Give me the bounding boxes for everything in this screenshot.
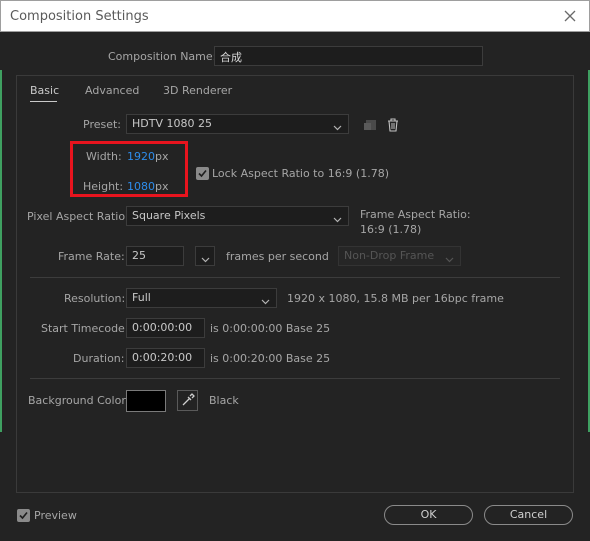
- frame-rate-unit: frames per second: [226, 250, 329, 263]
- resolution-value: Full: [132, 291, 151, 304]
- frame-aspect-label: Frame Aspect Ratio:: [360, 208, 471, 221]
- cancel-button[interactable]: Cancel: [484, 505, 573, 525]
- save-preset-icon[interactable]: [361, 116, 379, 134]
- resolution-info: 1920 x 1080, 15.8 MB per 16bpc frame: [287, 292, 504, 305]
- drop-frame-value: Non-Drop Frame: [344, 249, 435, 262]
- close-icon[interactable]: [560, 6, 580, 26]
- start-timecode-label: Start Timecode:: [41, 322, 129, 335]
- preview-label: Preview: [34, 509, 77, 522]
- pixel-aspect-dropdown[interactable]: Square Pixels: [126, 206, 349, 226]
- resolution-label: Resolution:: [64, 292, 126, 305]
- frame-aspect-value: 16:9 (1.78): [360, 223, 422, 236]
- preview-checkbox[interactable]: [17, 509, 30, 522]
- title-bar: Composition Settings: [0, 0, 590, 32]
- ok-button[interactable]: OK: [384, 505, 473, 525]
- chevron-down-icon: [261, 295, 270, 308]
- frame-rate-input[interactable]: 25: [126, 246, 184, 266]
- lock-aspect-label: Lock Aspect Ratio to 16:9 (1.78): [212, 167, 389, 180]
- pixel-aspect-value: Square Pixels: [132, 209, 206, 222]
- frame-rate-dropdown[interactable]: [195, 246, 215, 266]
- frame-rate-label: Frame Rate:: [58, 250, 125, 263]
- duration-input[interactable]: 0:00:20:00: [126, 348, 205, 368]
- tab-active-indicator: [30, 101, 57, 102]
- chevron-down-icon: [445, 253, 454, 266]
- settings-panel: [16, 75, 574, 493]
- eyedropper-icon[interactable]: [177, 390, 198, 411]
- chevron-down-icon: [333, 213, 342, 226]
- drop-frame-dropdown: Non-Drop Frame: [338, 246, 461, 266]
- trash-icon[interactable]: [384, 116, 402, 134]
- highlight-box: [70, 141, 188, 197]
- tab-basic[interactable]: Basic: [30, 84, 59, 97]
- divider: [30, 277, 560, 278]
- window-title: Composition Settings: [10, 9, 149, 24]
- pixel-aspect-label: Pixel Aspect Ratio:: [27, 210, 129, 223]
- preset-dropdown[interactable]: HDTV 1080 25: [126, 114, 349, 134]
- background-color-swatch[interactable]: [126, 390, 166, 412]
- tab-advanced[interactable]: Advanced: [85, 84, 139, 97]
- duration-info: is 0:00:20:00 Base 25: [210, 352, 331, 365]
- comp-name-label: Composition Name:: [108, 50, 217, 63]
- tab-3d-renderer[interactable]: 3D Renderer: [163, 84, 232, 97]
- start-timecode-info: is 0:00:00:00 Base 25: [210, 322, 331, 335]
- start-timecode-input[interactable]: 0:00:00:00: [126, 318, 205, 338]
- comp-name-input[interactable]: 合成: [214, 46, 483, 66]
- resolution-dropdown[interactable]: Full: [126, 288, 277, 308]
- duration-label: Duration:: [73, 352, 125, 365]
- divider: [30, 378, 560, 379]
- preset-value: HDTV 1080 25: [132, 117, 212, 130]
- background-color-name: Black: [209, 394, 239, 407]
- preset-label: Preset:: [83, 118, 122, 131]
- chevron-down-icon: [201, 253, 210, 266]
- background-color-label: Background Color:: [28, 394, 130, 407]
- chevron-down-icon: [333, 121, 342, 134]
- window-edge-left: [0, 70, 2, 432]
- lock-aspect-checkbox[interactable]: [196, 167, 209, 180]
